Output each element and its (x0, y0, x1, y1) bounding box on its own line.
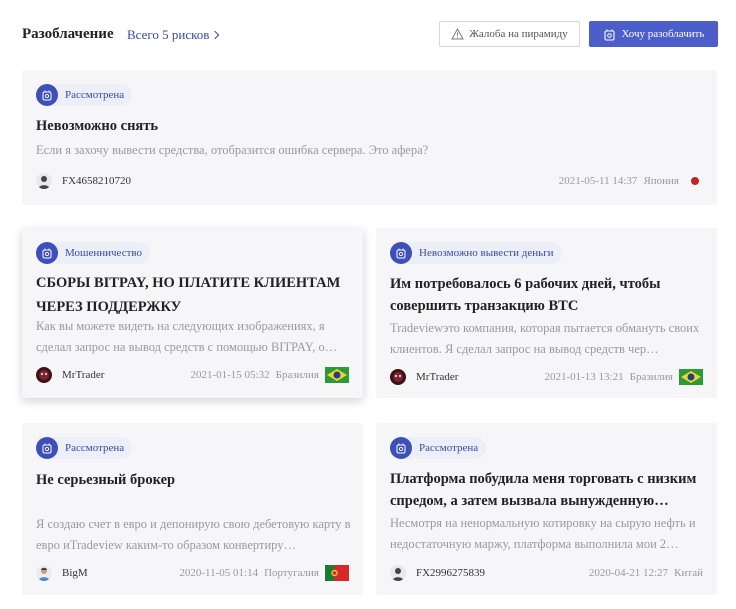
card-description: Я создаю счет в евро и депонирую свою де… (36, 517, 351, 552)
status-label: Невозможно вывести деньги (419, 247, 554, 259)
risk-card[interactable]: Мошенничество СБОРЫ BITPAY, НО ПЛАТИТЕ К… (22, 228, 363, 398)
shield-icon (390, 242, 412, 264)
card-datetime: 2020-11-05 01:14 (179, 567, 259, 579)
chevron-right-icon (211, 30, 220, 40)
status-label: Рассмотрена (65, 89, 125, 101)
complaint-button[interactable]: Жалоба на пирамиду (439, 21, 580, 47)
brazil-flag (679, 369, 703, 385)
card-title: Платформа побудила меня торговать с низк… (390, 471, 697, 509)
card-meta: 2021-01-13 13:21 Бразилия (544, 368, 703, 386)
status-badge: Рассмотрена (390, 437, 487, 459)
card-country: Бразилия (275, 369, 319, 381)
card-author: FX4658210720 (36, 172, 131, 190)
author-name: MrTrader (416, 371, 459, 383)
warning-icon (451, 28, 465, 40)
avatar-bigm-icon (36, 565, 52, 581)
expose-button-label: Хочу разоблачить (621, 28, 705, 40)
status-badge: Мошенничество (36, 242, 151, 264)
card-title: Им потребовалось 6 рабочих дней, чтобы с… (390, 276, 661, 314)
avatar-mrtrader-icon (390, 369, 406, 385)
card-author: MrTrader (390, 368, 458, 386)
status-badge: Рассмотрена (36, 84, 133, 106)
shield-icon (36, 437, 58, 459)
card-meta: 2021-01-15 05:32 Бразилия (190, 366, 349, 384)
avatar-default-icon (390, 565, 406, 581)
card-datetime: 2021-01-15 05:32 (190, 369, 270, 381)
card-description: Если я захочу вывести средства, отобрази… (36, 143, 429, 157)
total-risks-link[interactable]: Всего 5 рисков (127, 27, 220, 43)
status-badge: Невозможно вывести деньги (390, 242, 562, 264)
card-author: MrTrader (36, 366, 104, 384)
total-risks-label: Всего 5 рисков (127, 27, 210, 42)
status-label: Мошенничество (65, 247, 143, 259)
status-label: Рассмотрена (419, 442, 479, 454)
complaint-button-label: Жалоба на пирамиду (469, 28, 568, 40)
japan-flag (691, 177, 699, 185)
page-title: Разоблачение (22, 26, 114, 42)
card-meta: 2020-04-21 12:27 Китай (589, 564, 703, 582)
card-country: Португалия (264, 567, 319, 579)
card-title: Невозможно снять (36, 118, 159, 134)
author-name: FX2996275839 (416, 567, 486, 579)
status-label: Рассмотрена (65, 442, 125, 454)
card-author: BigM (36, 564, 88, 582)
shield-icon (390, 437, 412, 459)
card-country: Япония (643, 175, 679, 187)
card-title: СБОРЫ BITPAY, НО ПЛАТИТЕ КЛИЕНТАМ ЧЕРЕЗ … (36, 275, 341, 315)
risk-card[interactable]: Рассмотрена Невозможно снять Если я захо… (22, 70, 717, 205)
card-meta: 2020-11-05 01:14 Португалия (179, 564, 349, 582)
avatar-default-icon (36, 173, 52, 189)
card-description: Tradeviewэто компания, которая пытается … (390, 321, 700, 356)
portugal-flag (325, 565, 349, 581)
expose-button[interactable]: Хочу разоблачить (589, 21, 718, 47)
shield-icon (36, 84, 58, 106)
card-author: FX2996275839 (390, 564, 485, 582)
card-datetime: 2020-04-21 12:27 (588, 567, 669, 579)
card-description: Несмотря на ненормальную котировку на сы… (390, 516, 696, 551)
risk-card[interactable]: Рассмотрена Не серьезный брокер Я создаю… (22, 423, 363, 595)
risk-card[interactable]: Невозможно вывести деньги Им потребовало… (376, 228, 717, 398)
card-datetime: 2021-01-13 13:21 (544, 371, 624, 383)
card-meta: 2021-05-11 14:37 Япония (559, 172, 703, 190)
card-description: Как вы можете видеть на следующих изобра… (36, 319, 338, 354)
card-datetime: 2021-05-11 14:37 (558, 175, 638, 187)
author-name: FX4658210720 (62, 175, 132, 187)
brazil-flag (325, 367, 349, 383)
author-name: BigM (62, 567, 88, 579)
author-name: MrTrader (62, 369, 105, 381)
risk-card[interactable]: Рассмотрена Платформа побудила меня торг… (376, 423, 717, 595)
avatar-mrtrader-icon (36, 367, 52, 383)
expose-icon (603, 29, 615, 41)
page-header: Разоблачение Всего 5 рисков Жалоба на пи… (22, 20, 718, 48)
shield-icon (36, 242, 58, 264)
card-country: Бразилия (629, 371, 673, 383)
card-title: Не серьезный брокер (36, 472, 176, 488)
card-country: Китай (674, 567, 703, 579)
status-badge: Рассмотрена (36, 437, 133, 459)
